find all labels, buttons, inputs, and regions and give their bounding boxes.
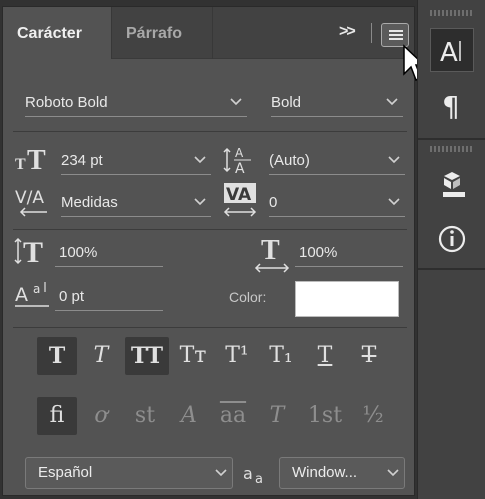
fractions-button[interactable]: ½	[353, 397, 393, 435]
svg-text:V/A: V/A	[15, 188, 44, 208]
paragraph-panel-icon: ¶	[442, 90, 460, 123]
tracking-icon: VA	[223, 183, 257, 217]
chevron-down-icon	[388, 156, 400, 164]
font-size-dropdown[interactable]: 234 pt	[61, 149, 211, 175]
text-color-swatch[interactable]	[295, 281, 399, 317]
standard-ligatures-button[interactable]: fi	[37, 397, 77, 435]
leading-icon: A A	[223, 146, 251, 177]
section-divider	[13, 229, 407, 230]
svg-text:A: A	[235, 161, 245, 177]
svg-text:a: a	[243, 464, 253, 483]
svg-text:T: T	[261, 235, 280, 266]
character-panel: Carácter Párrafo >> Roboto Bold Bold T T…	[2, 6, 415, 496]
chevron-down-icon	[387, 469, 399, 477]
horizontal-scale-value: 100%	[299, 244, 338, 261]
chevron-down-icon	[388, 198, 400, 206]
libraries-panel-icon	[443, 172, 465, 197]
svg-text:a: a	[33, 282, 40, 296]
swash-button[interactable]: A	[169, 397, 209, 435]
tab-caracter[interactable]: Carácter	[3, 7, 111, 59]
vertical-scale-value: 100%	[59, 244, 98, 261]
antialias-dropdown[interactable]: Window...	[279, 457, 405, 489]
info-icon	[438, 225, 466, 253]
dock-divider	[418, 268, 485, 270]
language-value: Español	[38, 464, 93, 481]
tab-divider	[371, 23, 372, 43]
language-dropdown[interactable]: Español	[25, 457, 233, 489]
color-label: Color:	[229, 289, 267, 305]
leading-value: (Auto)	[269, 152, 310, 169]
titling-alternates-button[interactable]: T	[257, 397, 297, 435]
svg-text:T: T	[23, 236, 43, 269]
kerning-dropdown[interactable]: Medidas	[61, 191, 211, 217]
superscript-button[interactable]: T¹	[217, 337, 257, 375]
svg-text:A: A	[15, 284, 28, 306]
font-style-value: Bold	[271, 94, 302, 111]
section-divider	[13, 327, 407, 328]
antialias-icon: a a	[243, 464, 263, 487]
all-caps-button[interactable]: TT	[125, 337, 169, 375]
font-family-dropdown[interactable]: Roboto Bold	[25, 91, 247, 117]
chevron-down-icon	[386, 98, 398, 106]
faux-bold-button[interactable]: T	[37, 337, 77, 375]
dock-character-button[interactable]: A	[430, 28, 474, 72]
underline-button[interactable]: T	[305, 337, 345, 375]
chevron-down-icon	[215, 469, 227, 477]
svg-text:T: T	[27, 145, 46, 175]
baseline-shift-icon: A a	[15, 282, 49, 307]
vertical-scale-icon: T	[14, 236, 43, 269]
chevron-down-icon	[230, 98, 242, 106]
tracking-dropdown[interactable]: 0	[269, 191, 405, 217]
dock-libraries-button[interactable]	[430, 164, 474, 208]
section-divider	[13, 131, 407, 132]
character-panel-icon: A	[440, 38, 461, 68]
stylistic-alternates-button[interactable]: aa	[213, 397, 253, 435]
kerning-value: Medidas	[61, 194, 118, 211]
font-size-icon: T T	[15, 145, 46, 175]
dock-paragraph-button[interactable]: ¶	[430, 84, 474, 128]
baseline-shift-input[interactable]: 0 pt	[55, 285, 163, 311]
discretionary-ligatures-button[interactable]: st	[125, 397, 165, 435]
small-caps-button[interactable]: Tт	[173, 337, 213, 375]
panel-tab-bar: Carácter Párrafo >>	[3, 7, 414, 59]
dock-grip[interactable]	[430, 146, 474, 152]
chevron-down-icon	[194, 198, 206, 206]
collapse-panel-button[interactable]: >>	[339, 23, 356, 41]
tab-parrafo[interactable]: Párrafo	[111, 7, 213, 59]
dock-grip[interactable]	[430, 10, 474, 16]
kerning-icon: V/A	[15, 188, 47, 217]
panel-dock: A ¶	[417, 0, 485, 499]
chevron-down-icon	[194, 156, 206, 164]
baseline-shift-value: 0 pt	[59, 288, 85, 305]
font-style-dropdown[interactable]: Bold	[271, 91, 403, 117]
strikethrough-button[interactable]: T	[349, 337, 389, 375]
subscript-button[interactable]: T₁	[261, 337, 301, 375]
contextual-alternates-button[interactable]: ơ	[81, 397, 121, 435]
dock-divider	[418, 138, 485, 140]
leading-dropdown[interactable]: (Auto)	[269, 149, 405, 175]
tracking-value: 0	[269, 194, 278, 211]
ordinals-button[interactable]: 1st	[301, 397, 349, 435]
vertical-scale-input[interactable]: 100%	[55, 241, 163, 267]
font-size-value: 234 pt	[61, 152, 103, 169]
horizontal-scale-input[interactable]: 100%	[295, 241, 403, 267]
antialias-value: Window...	[292, 464, 358, 481]
svg-text:A: A	[235, 146, 244, 160]
svg-text:A: A	[440, 38, 458, 68]
svg-text:VA: VA	[226, 185, 252, 205]
svg-text:¶: ¶	[442, 90, 460, 123]
dock-info-button[interactable]	[430, 218, 474, 262]
svg-text:T: T	[15, 156, 26, 173]
svg-text:a: a	[255, 472, 263, 487]
faux-italic-button[interactable]: T	[81, 337, 121, 375]
horizontal-scale-icon: T	[254, 235, 290, 273]
font-family-value: Roboto Bold	[25, 94, 108, 111]
